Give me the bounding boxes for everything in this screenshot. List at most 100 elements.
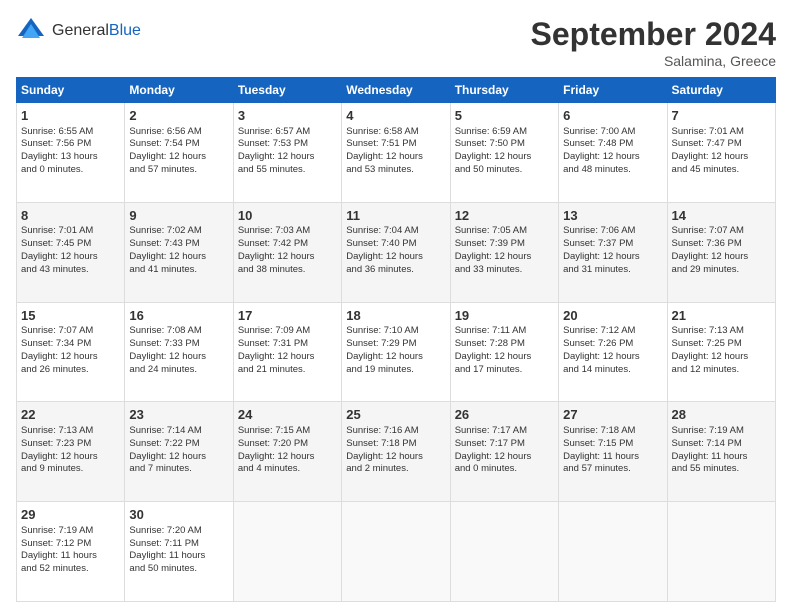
day-number: 16 [129,307,228,325]
calendar-cell: 19Sunrise: 7:11 AM Sunset: 7:28 PM Dayli… [450,302,558,402]
day-info: Sunrise: 7:19 AM Sunset: 7:12 PM Dayligh… [21,525,120,576]
calendar-body: 1Sunrise: 6:55 AM Sunset: 7:56 PM Daylig… [17,103,776,602]
day-info: Sunrise: 7:01 AM Sunset: 7:47 PM Dayligh… [672,126,771,177]
day-info: Sunrise: 7:18 AM Sunset: 7:15 PM Dayligh… [563,425,662,476]
calendar-cell: 9Sunrise: 7:02 AM Sunset: 7:43 PM Daylig… [125,202,233,302]
calendar-cell: 20Sunrise: 7:12 AM Sunset: 7:26 PM Dayli… [559,302,667,402]
day-number: 15 [21,307,120,325]
day-info: Sunrise: 7:16 AM Sunset: 7:18 PM Dayligh… [346,425,445,476]
calendar-header: SundayMondayTuesdayWednesdayThursdayFrid… [17,78,776,103]
calendar-week-4: 22Sunrise: 7:13 AM Sunset: 7:23 PM Dayli… [17,402,776,502]
weekday-header-saturday: Saturday [667,78,775,103]
day-info: Sunrise: 7:00 AM Sunset: 7:48 PM Dayligh… [563,126,662,177]
day-number: 17 [238,307,337,325]
day-number: 28 [672,406,771,424]
day-info: Sunrise: 7:13 AM Sunset: 7:23 PM Dayligh… [21,425,120,476]
day-info: Sunrise: 7:07 AM Sunset: 7:34 PM Dayligh… [21,325,120,376]
calendar-week-1: 1Sunrise: 6:55 AM Sunset: 7:56 PM Daylig… [17,103,776,203]
calendar-cell: 12Sunrise: 7:05 AM Sunset: 7:39 PM Dayli… [450,202,558,302]
day-number: 29 [21,506,120,524]
logo-icon [16,16,46,46]
day-info: Sunrise: 7:11 AM Sunset: 7:28 PM Dayligh… [455,325,554,376]
calendar-cell: 2Sunrise: 6:56 AM Sunset: 7:54 PM Daylig… [125,103,233,203]
day-info: Sunrise: 7:07 AM Sunset: 7:36 PM Dayligh… [672,225,771,276]
day-info: Sunrise: 7:12 AM Sunset: 7:26 PM Dayligh… [563,325,662,376]
day-info: Sunrise: 7:02 AM Sunset: 7:43 PM Dayligh… [129,225,228,276]
day-info: Sunrise: 7:01 AM Sunset: 7:45 PM Dayligh… [21,225,120,276]
day-info: Sunrise: 7:10 AM Sunset: 7:29 PM Dayligh… [346,325,445,376]
day-number: 2 [129,107,228,125]
day-info: Sunrise: 7:03 AM Sunset: 7:42 PM Dayligh… [238,225,337,276]
calendar-cell: 24Sunrise: 7:15 AM Sunset: 7:20 PM Dayli… [233,402,341,502]
day-number: 25 [346,406,445,424]
calendar-cell [342,502,450,602]
day-info: Sunrise: 7:09 AM Sunset: 7:31 PM Dayligh… [238,325,337,376]
day-info: Sunrise: 7:15 AM Sunset: 7:20 PM Dayligh… [238,425,337,476]
day-number: 6 [563,107,662,125]
calendar-cell: 15Sunrise: 7:07 AM Sunset: 7:34 PM Dayli… [17,302,125,402]
day-number: 18 [346,307,445,325]
day-number: 9 [129,207,228,225]
day-number: 20 [563,307,662,325]
calendar-cell: 13Sunrise: 7:06 AM Sunset: 7:37 PM Dayli… [559,202,667,302]
day-number: 22 [21,406,120,424]
calendar-cell: 30Sunrise: 7:20 AM Sunset: 7:11 PM Dayli… [125,502,233,602]
day-info: Sunrise: 6:56 AM Sunset: 7:54 PM Dayligh… [129,126,228,177]
day-info: Sunrise: 7:13 AM Sunset: 7:25 PM Dayligh… [672,325,771,376]
calendar-cell [233,502,341,602]
calendar: SundayMondayTuesdayWednesdayThursdayFrid… [16,77,776,602]
day-number: 7 [672,107,771,125]
logo: GeneralBlue [16,16,141,46]
day-number: 14 [672,207,771,225]
weekday-row: SundayMondayTuesdayWednesdayThursdayFrid… [17,78,776,103]
calendar-cell [450,502,558,602]
weekday-header-wednesday: Wednesday [342,78,450,103]
day-info: Sunrise: 7:06 AM Sunset: 7:37 PM Dayligh… [563,225,662,276]
weekday-header-thursday: Thursday [450,78,558,103]
logo-blue: Blue [109,22,141,39]
day-info: Sunrise: 6:57 AM Sunset: 7:53 PM Dayligh… [238,126,337,177]
calendar-week-2: 8Sunrise: 7:01 AM Sunset: 7:45 PM Daylig… [17,202,776,302]
day-info: Sunrise: 6:58 AM Sunset: 7:51 PM Dayligh… [346,126,445,177]
weekday-header-monday: Monday [125,78,233,103]
page: GeneralBlue September 2024 Salamina, Gre… [0,0,792,612]
day-number: 23 [129,406,228,424]
day-number: 10 [238,207,337,225]
logo-text: GeneralBlue [52,22,141,40]
day-number: 8 [21,207,120,225]
calendar-cell: 1Sunrise: 6:55 AM Sunset: 7:56 PM Daylig… [17,103,125,203]
calendar-cell: 6Sunrise: 7:00 AM Sunset: 7:48 PM Daylig… [559,103,667,203]
calendar-cell [559,502,667,602]
day-info: Sunrise: 7:19 AM Sunset: 7:14 PM Dayligh… [672,425,771,476]
header: GeneralBlue September 2024 Salamina, Gre… [16,16,776,69]
day-info: Sunrise: 7:17 AM Sunset: 7:17 PM Dayligh… [455,425,554,476]
calendar-cell: 10Sunrise: 7:03 AM Sunset: 7:42 PM Dayli… [233,202,341,302]
day-number: 5 [455,107,554,125]
location: Salamina, Greece [531,53,776,69]
calendar-cell [667,502,775,602]
day-number: 3 [238,107,337,125]
calendar-cell: 11Sunrise: 7:04 AM Sunset: 7:40 PM Dayli… [342,202,450,302]
day-number: 24 [238,406,337,424]
day-number: 21 [672,307,771,325]
calendar-cell: 27Sunrise: 7:18 AM Sunset: 7:15 PM Dayli… [559,402,667,502]
calendar-cell: 25Sunrise: 7:16 AM Sunset: 7:18 PM Dayli… [342,402,450,502]
calendar-cell: 14Sunrise: 7:07 AM Sunset: 7:36 PM Dayli… [667,202,775,302]
day-info: Sunrise: 6:59 AM Sunset: 7:50 PM Dayligh… [455,126,554,177]
calendar-cell: 3Sunrise: 6:57 AM Sunset: 7:53 PM Daylig… [233,103,341,203]
logo-general: General [52,22,109,39]
day-number: 4 [346,107,445,125]
day-info: Sunrise: 7:20 AM Sunset: 7:11 PM Dayligh… [129,525,228,576]
calendar-cell: 29Sunrise: 7:19 AM Sunset: 7:12 PM Dayli… [17,502,125,602]
day-number: 19 [455,307,554,325]
calendar-cell: 28Sunrise: 7:19 AM Sunset: 7:14 PM Dayli… [667,402,775,502]
calendar-cell: 7Sunrise: 7:01 AM Sunset: 7:47 PM Daylig… [667,103,775,203]
day-number: 11 [346,207,445,225]
day-number: 27 [563,406,662,424]
calendar-cell: 4Sunrise: 6:58 AM Sunset: 7:51 PM Daylig… [342,103,450,203]
day-info: Sunrise: 7:14 AM Sunset: 7:22 PM Dayligh… [129,425,228,476]
day-number: 13 [563,207,662,225]
calendar-cell: 23Sunrise: 7:14 AM Sunset: 7:22 PM Dayli… [125,402,233,502]
day-info: Sunrise: 7:08 AM Sunset: 7:33 PM Dayligh… [129,325,228,376]
weekday-header-tuesday: Tuesday [233,78,341,103]
